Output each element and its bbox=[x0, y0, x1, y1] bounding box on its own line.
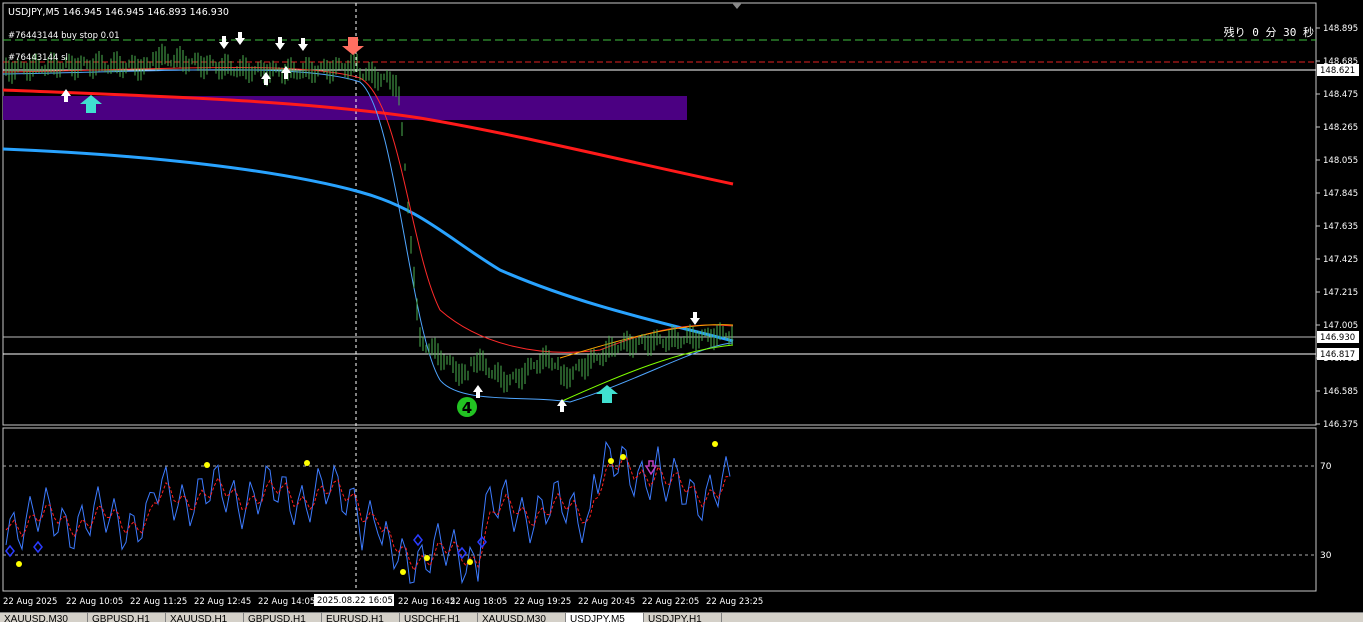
chart-canvas[interactable]: 4 USDJPY,M5 146.945 146.945 146.893 146.… bbox=[0, 0, 1363, 612]
crosshair-time-label: 2025.08.22 16:05 bbox=[317, 596, 393, 606]
symbol-info: USDJPY,M5 146.945 146.945 146.893 146.93… bbox=[8, 7, 229, 18]
time-label: 22 Aug 2025 bbox=[3, 597, 57, 607]
time-label: 22 Aug 10:05 bbox=[66, 597, 123, 607]
indicator-frame bbox=[2, 427, 1317, 592]
extreme-dot bbox=[608, 458, 614, 464]
price-tick-label: 148.265 bbox=[1323, 123, 1358, 133]
current-price-label: 146.930 bbox=[1320, 333, 1355, 343]
price-tick-label: 147.635 bbox=[1323, 222, 1358, 232]
time-label: 22 Aug 22:05 bbox=[642, 597, 699, 607]
extreme-dot bbox=[467, 559, 473, 565]
time-label: 22 Aug 19:25 bbox=[514, 597, 571, 607]
extreme-dot bbox=[204, 462, 210, 468]
order-buy-stop-label: #76443144 buy stop 0.01 bbox=[8, 31, 120, 41]
extreme-dot bbox=[304, 460, 310, 466]
time-label: 22 Aug 18:05 bbox=[450, 597, 507, 607]
price-axis[interactable]: 148.895148.685148.475148.265148.055147.8… bbox=[1316, 24, 1358, 430]
time-label: 22 Aug 11:25 bbox=[130, 597, 187, 607]
time-label: 22 Aug 23:25 bbox=[706, 597, 763, 607]
time-label: 22 Aug 14:05 bbox=[258, 597, 315, 607]
time-label: 22 Aug 20:45 bbox=[578, 597, 635, 607]
level-30-label: 30 bbox=[1320, 551, 1332, 561]
price-tick-label: 147.425 bbox=[1323, 255, 1358, 265]
signal-count-text: 4 bbox=[462, 399, 472, 417]
time-label: 22 Aug 16:45 bbox=[398, 597, 455, 607]
upper-price-label: 148.621 bbox=[1320, 66, 1355, 76]
price-tick-label: 148.055 bbox=[1323, 156, 1358, 166]
price-tick-label: 148.475 bbox=[1323, 90, 1358, 100]
extreme-dot bbox=[424, 555, 430, 561]
lower-price-label: 146.817 bbox=[1320, 350, 1355, 360]
price-tick-label: 147.005 bbox=[1323, 321, 1358, 331]
price-tick-label: 146.585 bbox=[1323, 387, 1358, 397]
price-tick-label: 146.375 bbox=[1323, 420, 1358, 430]
price-tick-label: 147.845 bbox=[1323, 189, 1358, 199]
extreme-dot bbox=[400, 569, 406, 575]
price-tick-label: 147.215 bbox=[1323, 288, 1358, 298]
price-tick-label: 148.895 bbox=[1323, 24, 1358, 34]
time-label: 22 Aug 12:45 bbox=[194, 597, 251, 607]
order-sl-label: #76443144 sl bbox=[8, 53, 68, 63]
level-70-label: 70 bbox=[1320, 462, 1332, 472]
candle-countdown: 残り 0 分 30 秒 bbox=[1224, 25, 1314, 39]
extreme-dot bbox=[620, 454, 626, 460]
extreme-dot bbox=[712, 441, 718, 447]
extreme-dot bbox=[16, 561, 22, 567]
